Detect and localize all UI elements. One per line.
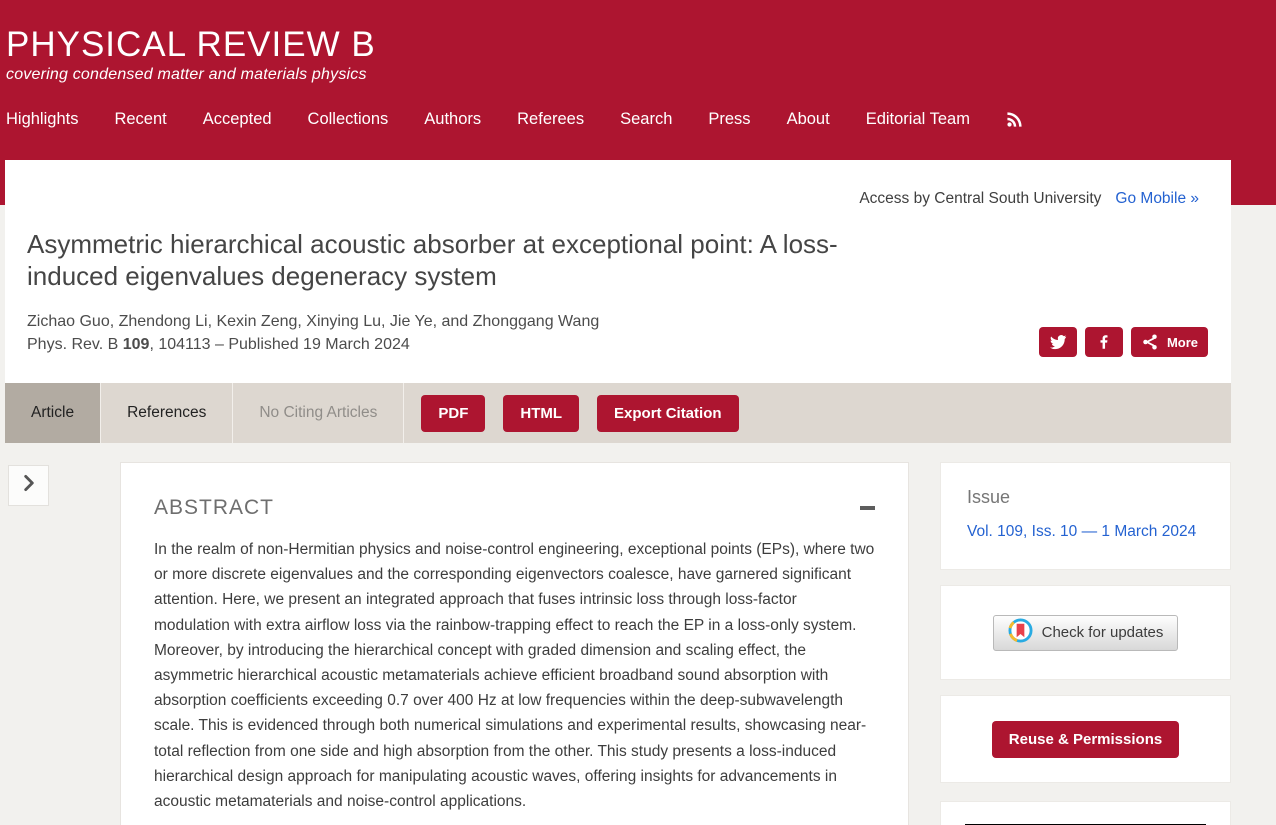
tab-no-citing-articles: No Citing Articles [233, 383, 404, 443]
html-button[interactable]: HTML [503, 395, 579, 432]
chevron-right-icon [18, 472, 40, 499]
share-twitter-button[interactable] [1039, 327, 1077, 357]
twitter-icon [1049, 333, 1067, 351]
nav-item-accepted[interactable]: Accepted [203, 110, 272, 129]
facebook-icon [1095, 333, 1113, 351]
nav-item-editorial-team[interactable]: Editorial Team [866, 110, 970, 129]
abstract-section: ABSTRACT In the realm of non-Hermitian p… [120, 462, 909, 825]
crossmark-icon [1008, 618, 1033, 647]
nav-item-search[interactable]: Search [620, 110, 672, 129]
issue-link[interactable]: Vol. 109, Iss. 10 — 1 March 2024 [967, 523, 1196, 541]
citation-volume: 109 [123, 336, 150, 353]
nav-item-highlights[interactable]: Highlights [6, 110, 78, 129]
pdf-button[interactable]: PDF [421, 395, 485, 432]
check-updates-card: Check for updates [940, 585, 1231, 680]
go-mobile-link[interactable]: Go Mobile » [1115, 190, 1199, 208]
tab-references[interactable]: References [101, 383, 233, 443]
site-header: PHYSICAL REVIEW B covering condensed mat… [6, 0, 1231, 160]
reuse-permissions-button[interactable]: Reuse & Permissions [992, 721, 1179, 758]
article-title: Asymmetric hierarchical acoustic absorbe… [27, 228, 927, 292]
share-buttons: More [1039, 327, 1208, 357]
check-for-updates-button[interactable]: Check for updates [993, 615, 1179, 651]
rss-feed-icon[interactable] [1006, 111, 1023, 128]
article-tab-bar: ArticleReferencesNo Citing Articles PDF HT… [5, 383, 1231, 443]
sidebar-expand-button[interactable] [8, 465, 49, 506]
journal-tagline: covering condensed matter and materials … [6, 66, 1231, 84]
abstract-heading: ABSTRACT [154, 496, 274, 520]
page-sheet: Access by Central South University Go Mo… [5, 160, 1231, 825]
nav-item-press[interactable]: Press [708, 110, 750, 129]
check-for-updates-label: Check for updates [1042, 624, 1164, 641]
right-sidebar: Issue Vol. 109, Iss. 10 — 1 March 2024 C… [940, 462, 1231, 825]
tab-article[interactable]: Article [5, 383, 101, 443]
content-area: ABSTRACT In the realm of non-Hermitian p… [5, 443, 1231, 825]
issue-heading: Issue [967, 487, 1230, 508]
share-more-label: More [1167, 335, 1198, 350]
journal-logo[interactable]: PHYSICAL REVIEW B [6, 26, 1231, 64]
collapse-section-icon[interactable] [860, 506, 875, 510]
nav-item-collections[interactable]: Collections [308, 110, 389, 129]
article-action-buttons: PDF HTML Export Citation [421, 383, 738, 443]
article-header: Asymmetric hierarchical acoustic absorbe… [5, 218, 1231, 383]
nav-item-recent[interactable]: Recent [114, 110, 166, 129]
issue-card: Issue Vol. 109, Iss. 10 — 1 March 2024 [940, 462, 1231, 570]
nav-item-referees[interactable]: Referees [517, 110, 584, 129]
reuse-permissions-card: Reuse & Permissions [940, 695, 1231, 783]
nav-item-authors[interactable]: Authors [424, 110, 481, 129]
export-citation-button[interactable]: Export Citation [597, 395, 739, 432]
main-nav: Highlights Recent Accepted Collections Autho… [6, 110, 1231, 129]
share-icon [1141, 333, 1159, 351]
share-facebook-button[interactable] [1085, 327, 1123, 357]
advertisement-card [940, 801, 1231, 825]
nav-item-about[interactable]: About [787, 110, 830, 129]
institution-access-text: Access by Central South University [859, 190, 1101, 208]
share-more-button[interactable]: More [1131, 327, 1208, 357]
access-bar: Access by Central South University Go Mo… [5, 160, 1231, 218]
abstract-text: In the realm of non-Hermitian physics an… [154, 537, 875, 814]
